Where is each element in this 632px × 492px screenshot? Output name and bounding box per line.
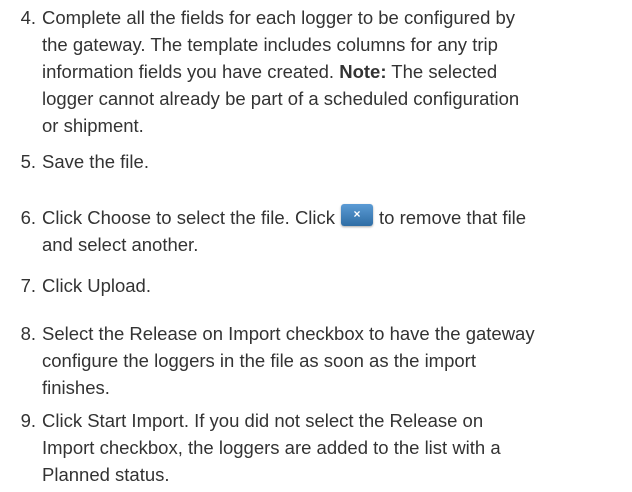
step-6: 6 Click Choose to select the file. Click…	[0, 196, 632, 258]
step-text-segment: information fields you have created.	[42, 61, 335, 82]
step-text-line: Planned status.	[42, 464, 170, 485]
step-9: 9 Click Start Import. If you did not sel…	[0, 407, 632, 488]
step-text-line: Select the Release on Import checkbox to…	[42, 323, 535, 344]
step-number: 6	[0, 204, 36, 231]
step-number: 8	[0, 320, 36, 347]
step-text-line: Complete all the fields for each logger …	[42, 7, 516, 28]
step-number: 5	[0, 148, 36, 175]
note-text: The selected	[391, 61, 498, 82]
step-text-line: logger cannot already be part of a sched…	[42, 88, 520, 109]
step-7: 7 Click Upload.	[0, 272, 632, 299]
step-number: 4	[0, 4, 36, 31]
step-4: 4 Complete all the fields for each logge…	[0, 4, 632, 139]
step-text-line: Click Upload.	[42, 275, 151, 296]
step-text-segment: to remove that file	[379, 207, 527, 228]
step-text-segment: Click Choose to select the file. Click	[42, 207, 336, 228]
step-8: 8 Select the Release on Import checkbox …	[0, 320, 632, 401]
close-icon: ×	[353, 207, 361, 221]
step-text-line: the gateway. The template includes colum…	[42, 34, 498, 55]
remove-file-button[interactable]: ×	[341, 204, 374, 226]
step-number: 9	[0, 407, 36, 434]
step-text-line: Click Start Import. If you did not selec…	[42, 410, 484, 431]
step-number: 7	[0, 272, 36, 299]
step-text-line: or shipment.	[42, 115, 144, 136]
step-text-line: information fields you have created. Not…	[42, 58, 632, 85]
step-text-line: Save the file.	[42, 151, 149, 172]
note-label: Note:	[339, 61, 387, 82]
step-text-line: finishes.	[42, 377, 110, 398]
step-text-line: Import checkbox, the loggers are added t…	[42, 437, 501, 458]
step-text-line: configure the loggers in the file as soo…	[42, 350, 476, 371]
step-5: 5 Save the file.	[0, 148, 632, 175]
